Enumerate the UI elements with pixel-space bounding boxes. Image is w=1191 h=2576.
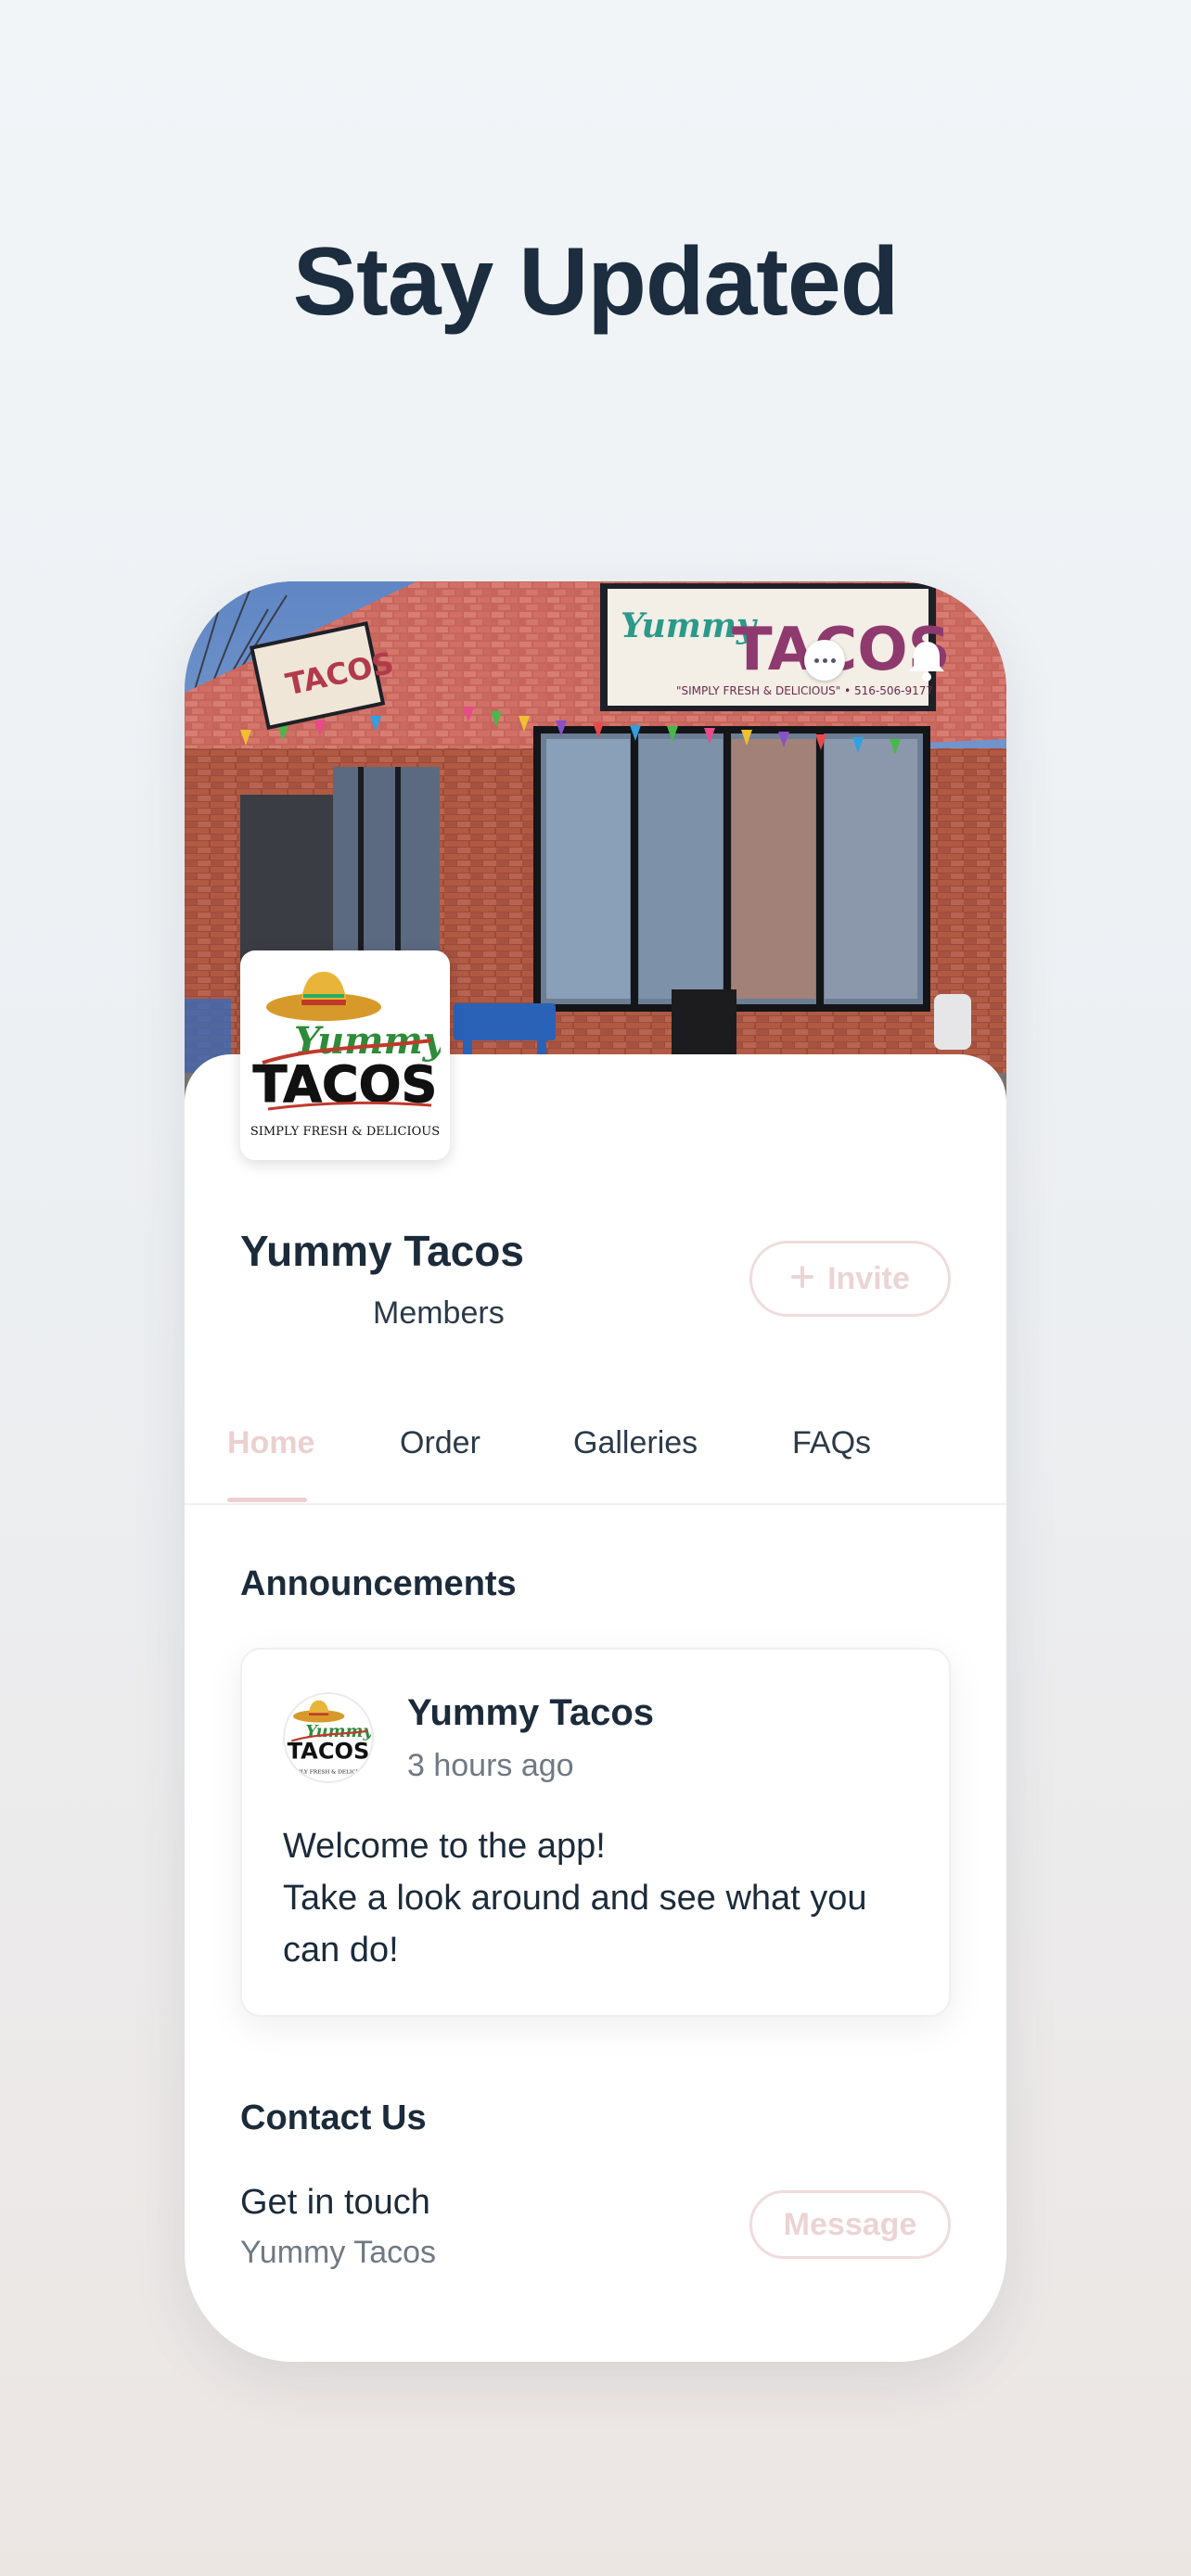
message-button[interactable]: Message: [749, 2190, 951, 2259]
bell-icon[interactable]: [901, 634, 953, 686]
site-name: Yummy Tacos: [240, 1227, 524, 1275]
plus-icon: [790, 1261, 814, 1297]
svg-text:"SIMPLY FRESH & DELICIOUS" • 5: "SIMPLY FRESH & DELICIOUS" • 516-506-917…: [676, 684, 933, 697]
svg-text:TACOS: TACOS: [288, 1738, 370, 1764]
post-author: Yummy Tacos: [407, 1692, 655, 1733]
post-avatar: Yummy TACOS SIMPLY FRESH & DELICIOUS: [283, 1692, 374, 1783]
active-tab-indicator: [227, 1498, 307, 1502]
post-body-line-2: Take a look around and see what you can …: [283, 1879, 867, 1970]
announcements-title: Announcements: [240, 1564, 517, 1603]
contact-title: Contact Us: [240, 2098, 427, 2137]
invite-button[interactable]: Invite: [749, 1241, 951, 1317]
post-body-line-1: Welcome to the app!: [283, 1827, 606, 1866]
post-timestamp: 3 hours ago: [407, 1748, 574, 1783]
page-headline: Stay Updated: [292, 228, 900, 336]
tab-faqs[interactable]: FAQs: [792, 1425, 871, 1461]
site-logo: Yummy TACOS SIMPLY FRESH & DELICIOUS: [240, 950, 450, 1160]
logo-image: Yummy TACOS SIMPLY FRESH & DELICIOUS: [250, 972, 441, 1139]
contact-subtitle: Yummy Tacos: [240, 2235, 437, 2270]
chat-icon[interactable]: [799, 634, 851, 686]
invite-label: Invite: [827, 1260, 910, 1296]
phone-frame: Yummy TACOS "SIMPLY FRESH & DELICIOUS" •…: [185, 581, 1006, 2362]
tab-order[interactable]: Order: [400, 1425, 480, 1461]
tab-galleries[interactable]: Galleries: [573, 1425, 698, 1461]
contact-line: Get in touch: [240, 2183, 430, 2222]
svg-text:SIMPLY FRESH & DELICIOUS: SIMPLY FRESH & DELICIOUS: [286, 1769, 370, 1775]
announcement-post[interactable]: Yummy TACOS SIMPLY FRESH & DELICIOUS Yum…: [240, 1648, 951, 2017]
tab-bar: Home Order Galleries FAQs: [185, 1416, 1006, 1505]
svg-text:SIMPLY FRESH & DELICIOUS: SIMPLY FRESH & DELICIOUS: [250, 1125, 440, 1139]
members-label[interactable]: Members: [373, 1295, 505, 1332]
post-body: Welcome to the app! Take a look around a…: [283, 1820, 932, 1976]
tab-home[interactable]: Home: [227, 1425, 314, 1461]
